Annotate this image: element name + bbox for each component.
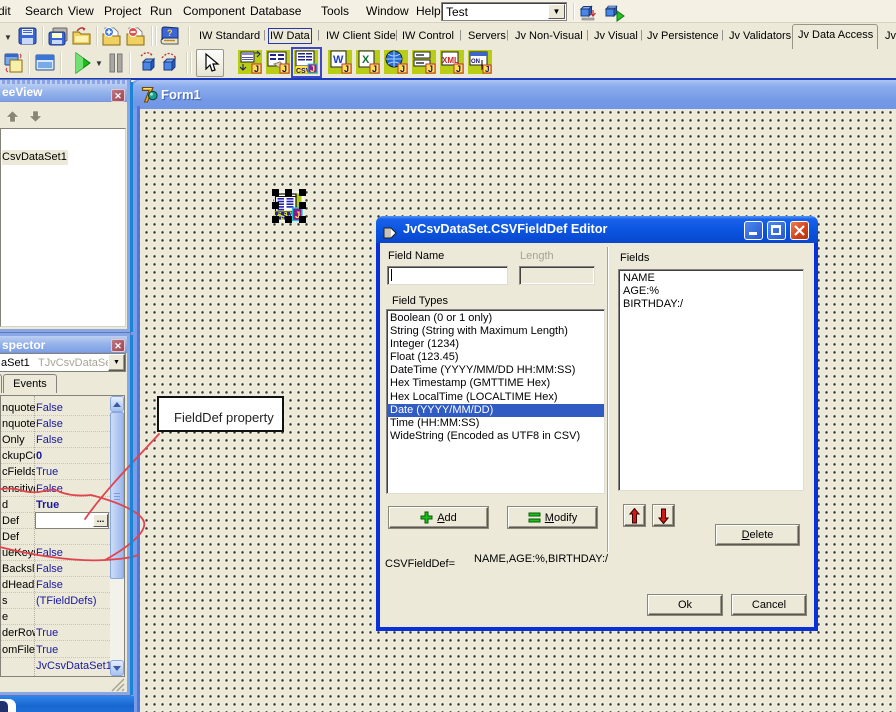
svg-text:J: J (344, 64, 349, 74)
svg-text:?: ? (167, 28, 173, 38)
svg-text:X: X (362, 54, 370, 66)
svg-text:J: J (485, 65, 489, 74)
svg-text:ON: ON (471, 59, 480, 65)
svg-text:J: J (428, 64, 433, 74)
svg-text:J: J (254, 64, 259, 74)
svg-text:J: J (372, 64, 377, 74)
svg-text:J: J (282, 64, 287, 74)
svg-text:J: J (456, 64, 461, 74)
svg-text:J: J (400, 64, 405, 74)
